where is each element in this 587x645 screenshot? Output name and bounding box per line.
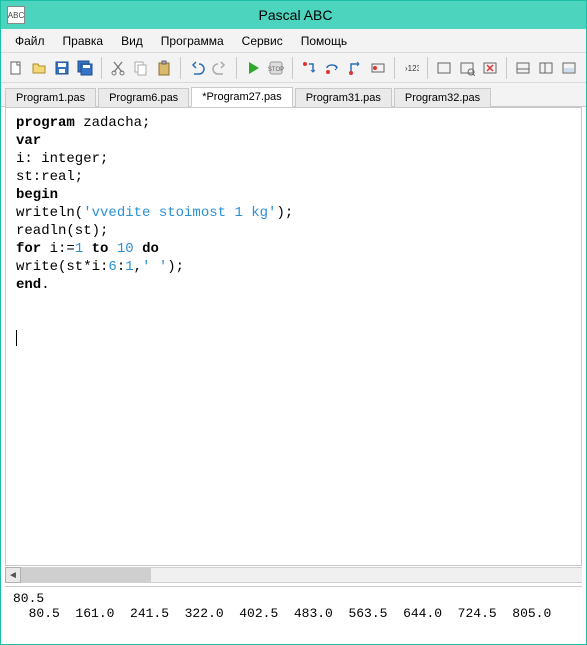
code-text: zadacha;: [75, 115, 151, 131]
redo-button[interactable]: [209, 57, 231, 79]
horizontal-scrollbar[interactable]: ◄: [5, 566, 582, 584]
file-tab[interactable]: Program32.pas: [394, 88, 491, 107]
code-text: write(st*i:: [16, 259, 108, 275]
toolbar-separator: [180, 57, 181, 79]
step-into-button[interactable]: [298, 57, 320, 79]
paste-button[interactable]: [153, 57, 175, 79]
toolbar-separator: [236, 57, 237, 79]
toolbar-separator: [292, 57, 293, 79]
code-keyword: program: [16, 115, 75, 131]
app-icon: ABC: [7, 6, 25, 24]
code-text: );: [167, 259, 184, 275]
code-number: 1: [75, 241, 83, 257]
undo-button[interactable]: [186, 57, 208, 79]
code-text: :: [117, 259, 125, 275]
close-window-button[interactable]: [479, 57, 501, 79]
menubar: Файл Правка Вид Программа Сервис Помощь: [1, 29, 586, 53]
toolbar: STOP ›123: [1, 53, 586, 83]
code-text: .: [41, 277, 49, 293]
code-keyword: to: [92, 241, 109, 257]
code-editor[interactable]: program zadacha; var i: integer; st:real…: [5, 107, 582, 566]
output-line: 80.5 161.0 241.5 322.0 402.5 483.0 563.5…: [13, 606, 551, 621]
code-text: i:=: [41, 241, 75, 257]
toolbar-separator: [506, 57, 507, 79]
panel-button-3[interactable]: [558, 57, 580, 79]
toolbar-separator: [101, 57, 102, 79]
window-title: Pascal ABC: [25, 7, 586, 23]
save-button[interactable]: [51, 57, 73, 79]
svg-text:›123: ›123: [405, 64, 419, 73]
code-number: 6: [108, 259, 116, 275]
file-tab[interactable]: Program6.pas: [98, 88, 189, 107]
cut-button[interactable]: [107, 57, 129, 79]
run-button[interactable]: [242, 57, 264, 79]
new-file-button[interactable]: [5, 57, 27, 79]
code-keyword: for: [16, 241, 41, 257]
window-button-2[interactable]: [456, 57, 478, 79]
panel-button-2[interactable]: [535, 57, 557, 79]
app-window: ABC Pascal ABC Файл Правка Вид Программа…: [0, 0, 587, 645]
output-panel[interactable]: 80.5 80.5 161.0 241.5 322.0 402.5 483.0 …: [5, 586, 582, 642]
code-string: ' ': [142, 259, 167, 275]
panel-button-1[interactable]: [512, 57, 534, 79]
editor-pane: program zadacha; var i: integer; st:real…: [1, 107, 586, 644]
code-text: writeln(: [16, 205, 83, 221]
menu-edit[interactable]: Правка: [55, 31, 112, 51]
code-keyword: begin: [16, 187, 58, 203]
code-text: readln(st);: [16, 223, 108, 239]
menu-help[interactable]: Помощь: [293, 31, 355, 51]
window-button-1[interactable]: [433, 57, 455, 79]
goto-line-button[interactable]: ›123: [400, 57, 422, 79]
file-tab[interactable]: Program1.pas: [5, 88, 96, 107]
code-keyword: do: [142, 241, 159, 257]
breakpoint-button[interactable]: [367, 57, 389, 79]
save-all-button[interactable]: [74, 57, 96, 79]
code-text: [108, 241, 116, 257]
menu-view[interactable]: Вид: [113, 31, 151, 51]
code-string: 'vvedite stoimost 1 kg': [83, 205, 276, 221]
step-out-button[interactable]: [344, 57, 366, 79]
toolbar-separator: [394, 57, 395, 79]
code-number: 10: [117, 241, 134, 257]
titlebar: ABC Pascal ABC: [1, 1, 586, 29]
code-keyword: end: [16, 277, 41, 293]
stop-button[interactable]: STOP: [265, 57, 287, 79]
toolbar-separator: [427, 57, 428, 79]
file-tab[interactable]: Program31.pas: [295, 88, 392, 107]
code-text: );: [276, 205, 293, 221]
output-line: 80.5: [13, 591, 44, 606]
step-over-button[interactable]: [321, 57, 343, 79]
code-text: st:real;: [16, 169, 83, 185]
menu-file[interactable]: Файл: [7, 31, 53, 51]
open-file-button[interactable]: [28, 57, 50, 79]
scroll-thumb[interactable]: [21, 568, 151, 582]
tabstrip: Program1.pas Program6.pas *Program27.pas…: [1, 83, 586, 107]
code-text: i: integer;: [16, 151, 108, 167]
text-caret-icon: [16, 330, 17, 346]
copy-button[interactable]: [130, 57, 152, 79]
menu-program[interactable]: Программа: [153, 31, 232, 51]
scroll-left-button[interactable]: ◄: [5, 567, 21, 583]
svg-text:STOP: STOP: [268, 67, 284, 73]
code-text: [83, 241, 91, 257]
code-keyword: var: [16, 133, 41, 149]
menu-service[interactable]: Сервис: [234, 31, 291, 51]
file-tab-active[interactable]: *Program27.pas: [191, 87, 293, 107]
scroll-track[interactable]: [21, 567, 582, 583]
code-text: ,: [134, 259, 142, 275]
code-text: [134, 241, 142, 257]
code-number: 1: [125, 259, 133, 275]
